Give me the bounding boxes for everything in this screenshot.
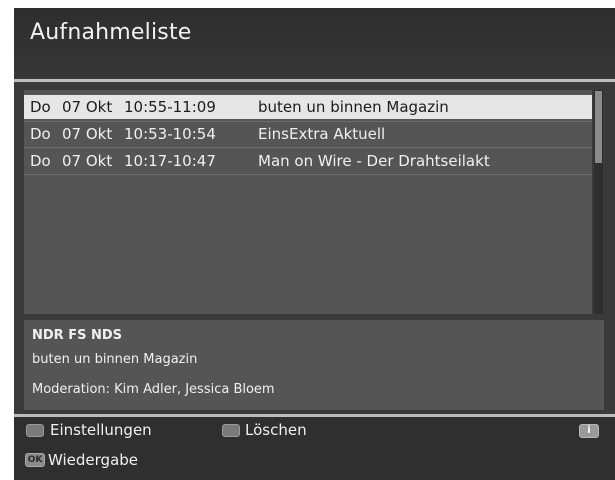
header-divider	[14, 79, 615, 82]
recording-day: Do	[30, 98, 51, 116]
recording-row[interactable]: Do 07 Okt 10:17-10:47 Man on Wire - Der …	[24, 149, 592, 173]
header-bar: Aufnahmeliste	[14, 8, 615, 78]
recording-list: Do 07 Okt 10:55-11:09 buten un binnen Ma…	[24, 90, 592, 314]
info-description: Moderation: Kim Adler, Jessica Bloem	[32, 382, 275, 397]
color-key-icon[interactable]	[222, 424, 240, 437]
info-channel: NDR FS NDS	[32, 328, 123, 343]
recording-date: 07 Okt	[62, 98, 113, 116]
recording-day: Do	[30, 152, 51, 170]
recording-title: Man on Wire - Der Drahtseilakt	[258, 152, 490, 170]
list-scrollbar[interactable]	[594, 90, 603, 314]
recording-title: EinsExtra Aktuell	[258, 125, 386, 143]
recording-time: 10:55-11:09	[124, 98, 216, 116]
info-key-icon[interactable]: i	[579, 424, 599, 438]
footer-bar: Einstellungen Löschen i OK Wiedergabe	[14, 417, 615, 480]
recording-time: 10:17-10:47	[124, 152, 216, 170]
delete-label[interactable]: Löschen	[245, 421, 307, 439]
color-key-icon[interactable]	[26, 424, 44, 437]
recording-row[interactable]: Do 07 Okt 10:55-11:09 buten un binnen Ma…	[24, 95, 592, 119]
row-divider	[24, 147, 592, 148]
settings-label[interactable]: Einstellungen	[50, 421, 152, 439]
recording-title: buten un binnen Magazin	[258, 98, 449, 116]
recording-row[interactable]: Do 07 Okt 10:53-10:54 EinsExtra Aktuell	[24, 122, 592, 146]
scrollbar-thumb[interactable]	[595, 91, 602, 163]
play-label[interactable]: Wiedergabe	[48, 451, 138, 469]
row-divider	[24, 174, 592, 175]
page-title: Aufnahmeliste	[30, 20, 192, 45]
recording-day: Do	[30, 125, 51, 143]
ok-key-icon[interactable]: OK	[25, 453, 45, 467]
recording-time: 10:53-10:54	[124, 125, 216, 143]
recording-date: 07 Okt	[62, 125, 113, 143]
recording-list-screen: Aufnahmeliste Do 07 Okt 10:55-11:09 bute…	[14, 8, 615, 480]
info-panel: NDR FS NDS buten un binnen Magazin Moder…	[24, 320, 604, 410]
recording-date: 07 Okt	[62, 152, 113, 170]
info-title: buten un binnen Magazin	[32, 352, 198, 367]
